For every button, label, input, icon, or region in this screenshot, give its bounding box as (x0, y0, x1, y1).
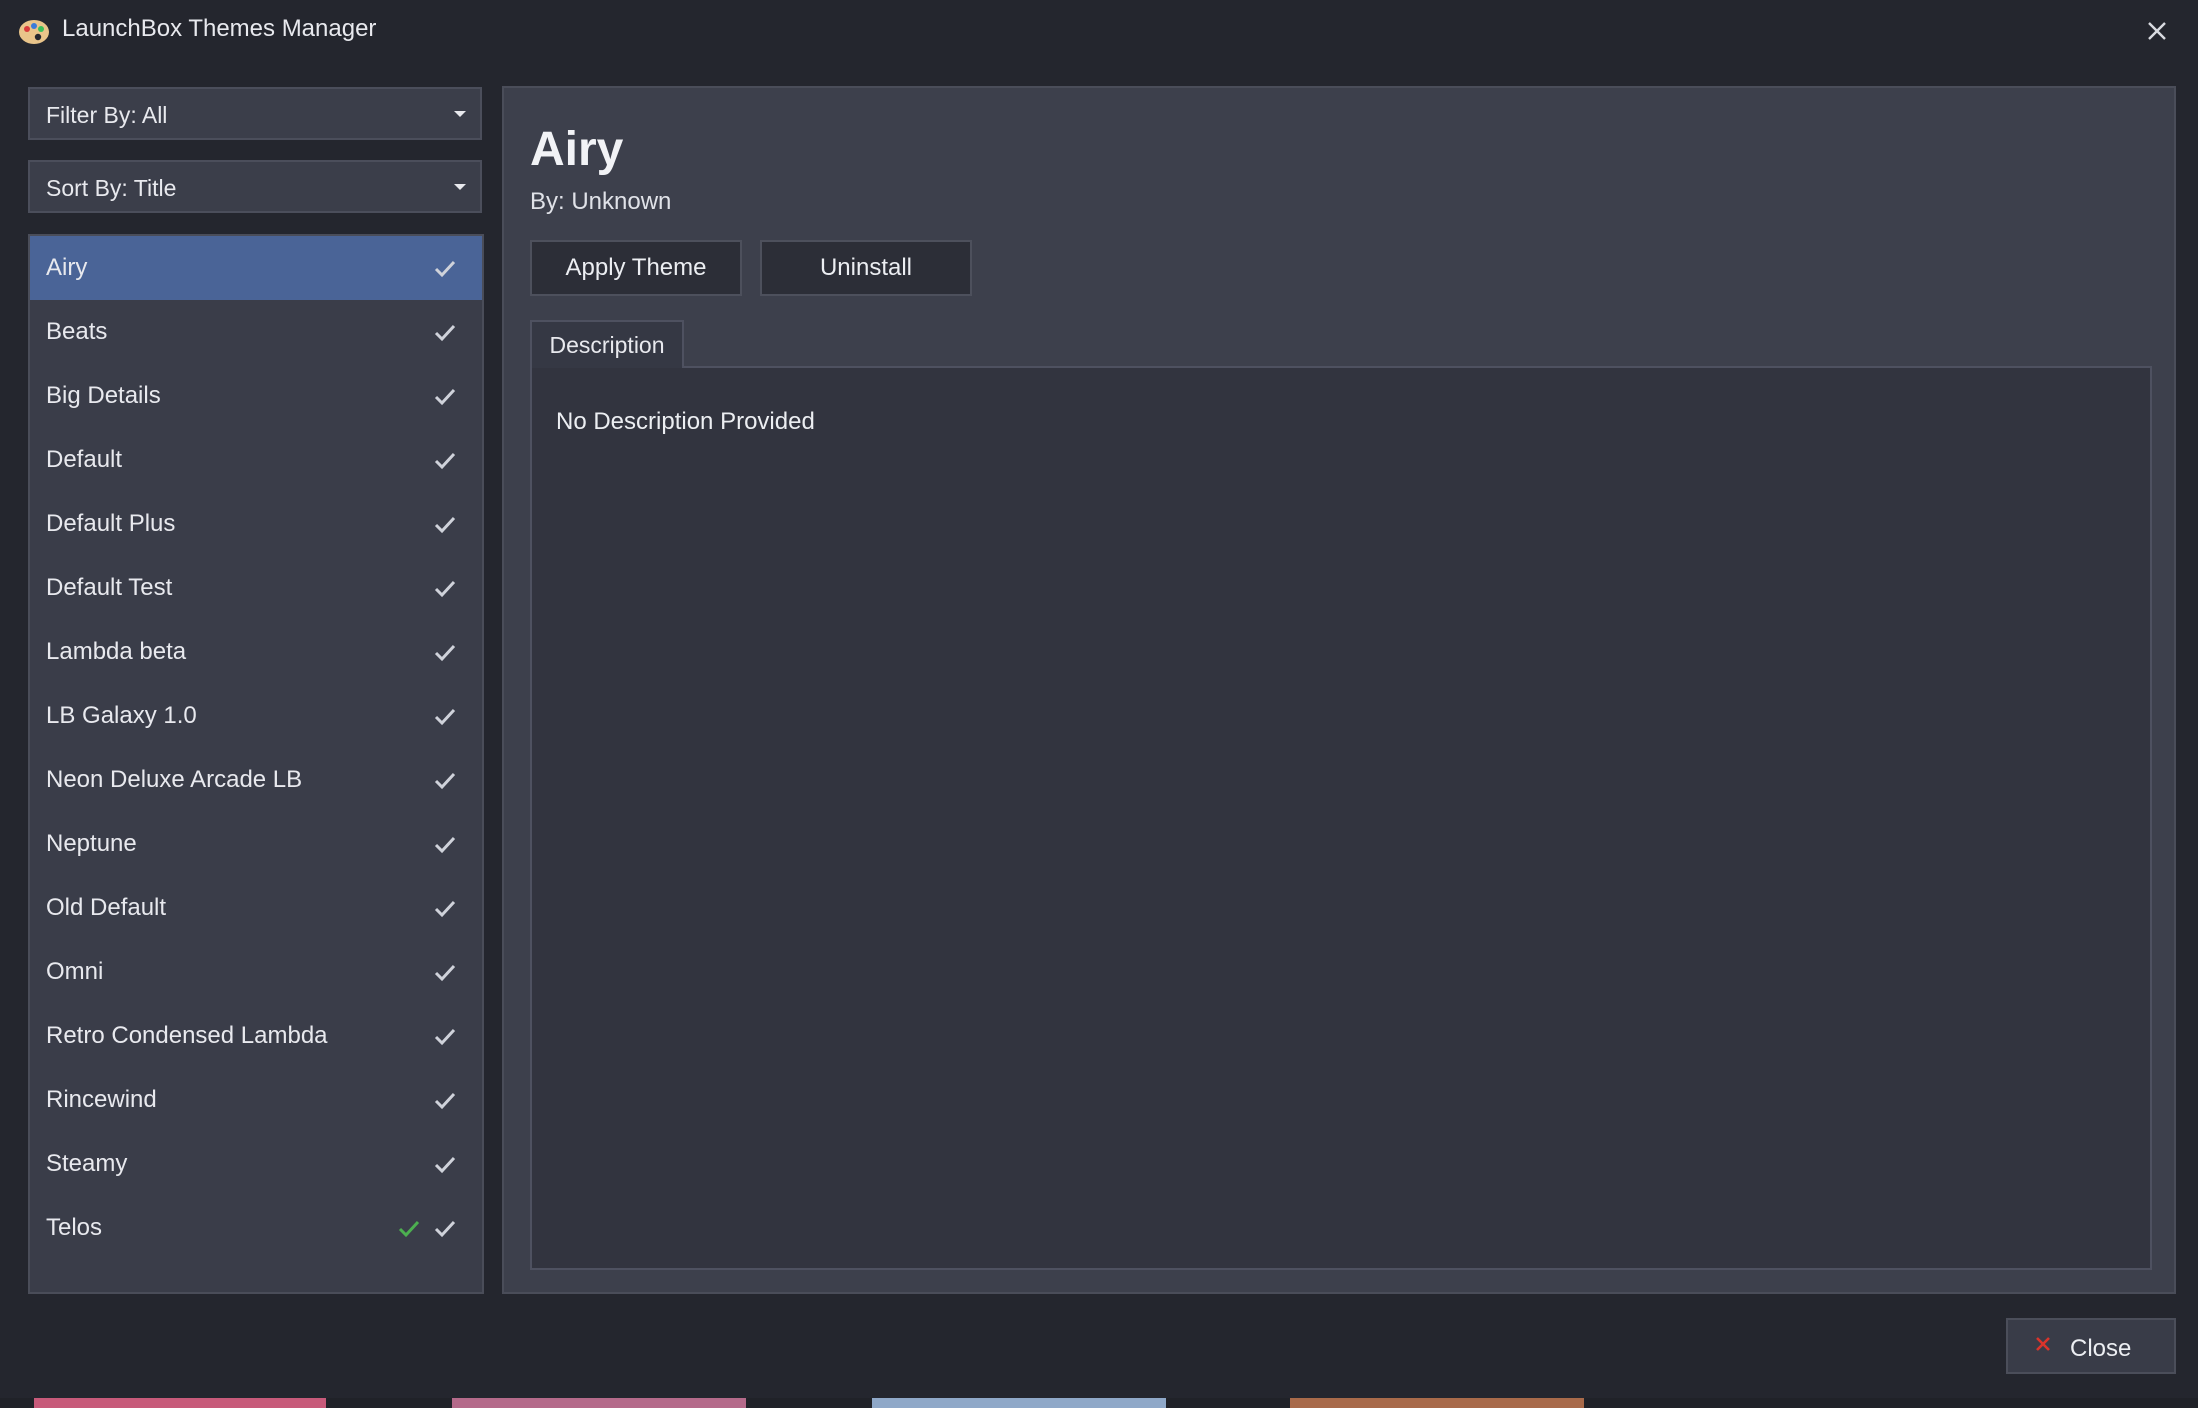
theme-list-item[interactable]: Default (30, 428, 482, 492)
theme-list-item[interactable]: Default Test (30, 556, 482, 620)
theme-list-item[interactable]: Default Plus (30, 492, 482, 556)
title-bar: LaunchBox Themes Manager (0, 0, 2198, 62)
background-thumbnail (34, 1398, 326, 1408)
checkmark-icon (434, 580, 456, 598)
theme-name: Omni (46, 958, 104, 985)
theme-name: Default Test (46, 574, 173, 601)
theme-list-item[interactable]: Old Default (30, 876, 482, 940)
filter-dropdown[interactable]: Filter By: All (28, 87, 482, 140)
checkmark-icon (434, 1028, 456, 1046)
theme-list-item[interactable]: Beats (30, 300, 482, 364)
uninstall-button[interactable]: Uninstall (760, 240, 972, 296)
checkmark-icon (434, 708, 456, 726)
theme-list-item[interactable]: Big Details (30, 364, 482, 428)
theme-name: Airy (46, 254, 88, 281)
theme-title: Airy (530, 123, 624, 176)
theme-name: Default Plus (46, 510, 176, 537)
theme-author: By: Unknown (530, 188, 672, 215)
close-button-label: Close (2070, 1335, 2132, 1362)
theme-name: Rincewind (46, 1086, 157, 1113)
checkmark-icon (434, 1092, 456, 1110)
theme-name: Retro Condensed Lambda (46, 1022, 328, 1049)
theme-name: Neon Deluxe Arcade LB (46, 766, 303, 793)
theme-name: Beats (46, 318, 108, 345)
checkmark-icon (434, 1156, 456, 1174)
theme-name: LB Galaxy 1.0 (46, 702, 197, 729)
theme-list-item[interactable]: Lambda beta (30, 620, 482, 684)
checkmark-icon (434, 452, 456, 470)
checkmark-icon (434, 388, 456, 406)
theme-list-item[interactable]: Airy (30, 236, 482, 300)
checkmark-icon (434, 836, 456, 854)
background-thumbnail (1290, 1398, 1584, 1408)
close-button[interactable]: Close (2006, 1318, 2176, 1374)
theme-list-item[interactable]: Omni (30, 940, 482, 1004)
theme-name: Steamy (46, 1150, 128, 1177)
filter-dropdown-label: Filter By: All (46, 102, 168, 128)
description-text: No Description Provided (556, 408, 815, 435)
theme-list-item[interactable]: LB Galaxy 1.0 (30, 684, 482, 748)
theme-detail-panel: Airy By: Unknown Apply Theme Uninstall D… (502, 86, 2176, 1294)
checkmark-icon (434, 516, 456, 534)
tab-description[interactable]: Description (530, 320, 684, 368)
checkmark-icon (434, 964, 456, 982)
sort-dropdown[interactable]: Sort By: Title (28, 160, 482, 213)
checkmark-icon (434, 1220, 456, 1238)
background-thumbnail (452, 1398, 746, 1408)
chevron-down-icon (454, 184, 466, 190)
theme-name: Neptune (46, 830, 137, 857)
close-icon[interactable] (2140, 14, 2174, 48)
description-panel: No Description Provided (530, 366, 2152, 1270)
checkmark-icon (434, 772, 456, 790)
theme-list-item[interactable]: Retro Condensed Lambda (30, 1004, 482, 1068)
theme-name: Default (46, 446, 123, 473)
theme-list-item[interactable]: Steamy (30, 1132, 482, 1196)
red-x-icon (2036, 1337, 2050, 1351)
checkmark-icon (434, 900, 456, 918)
theme-list: Airy Beats Big Details Default Default Plus D… (28, 234, 484, 1294)
chevron-down-icon (454, 111, 466, 117)
background-thumbnail-strip (0, 1398, 2198, 1408)
theme-name: Telos (46, 1214, 103, 1241)
theme-list-item[interactable]: Neon Deluxe Arcade LB (30, 748, 482, 812)
apply-theme-button[interactable]: Apply Theme (530, 240, 742, 296)
checkmark-icon (434, 260, 456, 278)
palette-icon (19, 20, 49, 44)
checkmark-icon (434, 324, 456, 342)
background-thumbnail (872, 1398, 1166, 1408)
active-checkmark-icon (398, 1220, 420, 1238)
checkmark-icon (434, 644, 456, 662)
theme-list-item[interactable]: Rincewind (30, 1068, 482, 1132)
window-title: LaunchBox Themes Manager (62, 15, 377, 42)
sort-dropdown-label: Sort By: Title (46, 175, 177, 201)
theme-list-item[interactable]: Neptune (30, 812, 482, 876)
theme-name: Big Details (46, 382, 161, 409)
theme-name: Old Default (46, 894, 167, 921)
theme-name: Lambda beta (46, 638, 187, 665)
theme-list-item[interactable]: Telos (30, 1196, 482, 1260)
